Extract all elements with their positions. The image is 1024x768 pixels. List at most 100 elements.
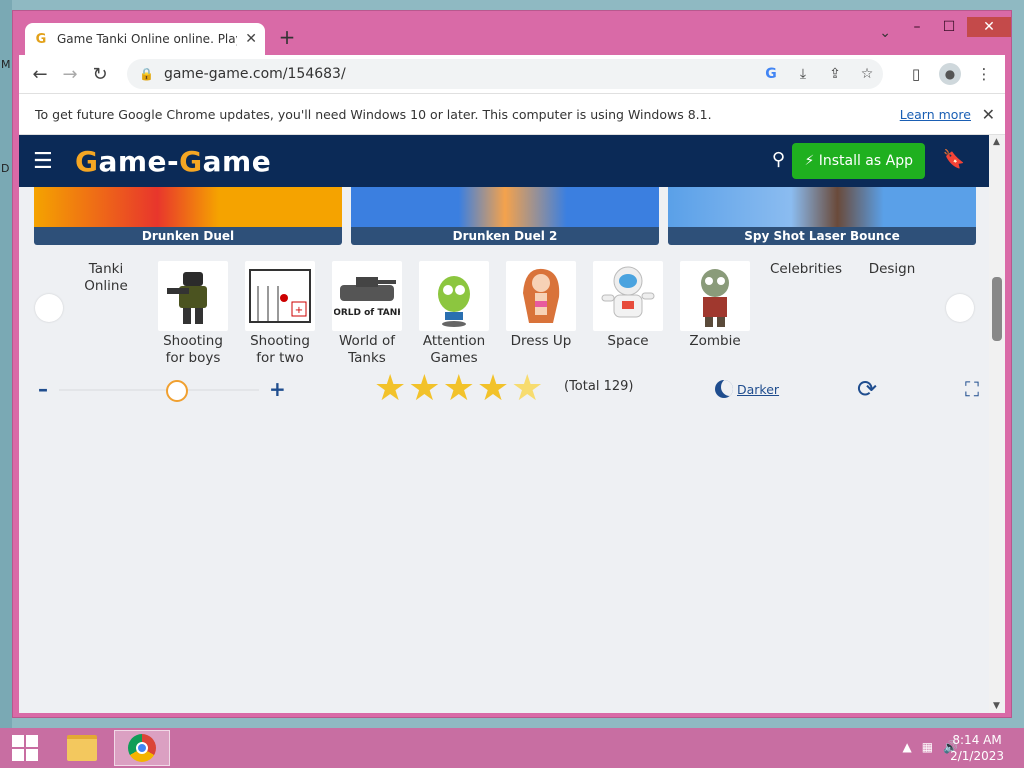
star-icon[interactable]: ★ [477,371,509,407]
astronaut-thumb-icon [593,261,663,331]
stickman-thumb-icon: + [245,261,315,331]
start-button[interactable] [8,731,42,765]
category-item[interactable]: Celebrities [769,261,843,278]
category-item[interactable]: WORLD of TANKS World of Tanks [330,261,404,367]
category-item[interactable]: + Shooting for two [243,261,317,367]
zoom-slider-track[interactable] [59,389,259,391]
fullscreen-icon[interactable]: ⛶ [965,377,979,401]
girl-thumb-icon [506,261,576,331]
carousel-next-button[interactable] [946,294,974,322]
browser-toolbar: ← → ↻ 🔒 game-game.com/154683/ G ⤓ ⇪ ☆ ▯ … [19,55,1005,93]
category-label: Celebrities [769,261,843,277]
bookmark-icon[interactable]: 🔖 [943,149,965,170]
close-window-button[interactable]: ✕ [967,17,1011,37]
category-item[interactable]: Attention Games [417,261,491,367]
darker-label: Darker [737,381,780,397]
back-button[interactable]: ← [25,59,55,89]
category-item[interactable]: Zombie [678,261,752,350]
star-icon[interactable]: ★ [374,371,406,407]
file-explorer-button[interactable] [54,730,110,766]
page-scrollbar[interactable]: ▲ ▼ [989,135,1005,713]
clock-time: 8:14 AM [952,733,1002,747]
maximize-button[interactable]: ☐ [933,17,965,37]
address-bar[interactable]: 🔒 game-game.com/154683/ G ⤓ ⇪ ☆ [127,59,883,89]
star-icon[interactable]: ☆ [851,66,883,82]
game-card[interactable]: Drunken Duel [34,187,342,245]
game-card[interactable]: Spy Shot Laser Bounce [668,187,976,245]
url-text[interactable]: game-game.com/154683/ [164,66,755,82]
google-favicon-icon: G [35,31,47,47]
scroll-down-icon[interactable]: ▼ [993,701,1000,711]
toolbar-right: ▯ ● ⋮ [901,59,999,89]
windows-taskbar: ▲ ▦ 🔊 8:14 AM 2/1/2023 [0,728,1024,768]
chrome-icon [128,734,156,762]
tab-search-button[interactable]: ⌄ [879,25,891,41]
category-label: Shooting for two [250,333,310,366]
folder-icon [67,735,97,761]
moon-icon [715,380,733,398]
game-card-art [668,187,976,227]
star-icon[interactable]: ★ [443,371,475,407]
category-item[interactable]: Dress Up [504,261,578,350]
robot-thumb-icon [419,261,489,331]
chrome-taskbar-button[interactable] [114,730,170,766]
game-card-title: Drunken Duel [34,227,342,245]
half-star-icon[interactable]: ★ [511,371,543,407]
sidebar-icon[interactable]: ▯ [901,59,931,89]
category-item[interactable]: Tanki Online [69,261,143,295]
category-label: Zombie [689,333,741,349]
svg-text:+: + [295,305,303,316]
tray-chevron-icon[interactable]: ▲ [902,740,911,754]
category-item[interactable]: Shooting for boys [156,261,230,367]
menu-icon[interactable]: ⋮ [969,59,999,89]
desktop-edge: M D [0,0,12,730]
install-as-app-button[interactable]: ⚡ Install as App [792,143,925,179]
reload-button[interactable]: ↻ [85,59,115,89]
infobar-message: To get future Google Chrome updates, you… [35,106,712,122]
learn-more-link[interactable]: Learn more [900,107,971,122]
infobar-close-icon[interactable]: ✕ [982,105,995,124]
site-header: ☰ Game-Game ⚲ ⚡ Install as App 🔖 [19,135,989,187]
category-label: World of Tanks [339,333,395,366]
page-viewport: ☰ Game-Game ⚲ ⚡ Install as App 🔖 Drunken… [19,135,1005,713]
game-card[interactable]: Drunken Duel 2 [351,187,659,245]
google-icon[interactable]: G [755,66,787,82]
scrollbar-thumb[interactable] [992,277,1002,341]
zoom-out-button[interactable]: – [38,377,48,401]
search-icon[interactable]: ⚲ [772,149,785,170]
category-label: Design [868,261,916,277]
browser-tab[interactable]: G Game Tanki Online online. Play for fre… [25,23,265,55]
tab-close-icon[interactable]: ✕ [245,31,257,47]
download-icon[interactable]: ⤓ [787,66,819,82]
carousel-prev-button[interactable] [35,294,63,322]
share-icon[interactable]: ⇪ [819,66,851,82]
tab-title: Game Tanki Online online. Play for free [57,32,237,46]
site-logo[interactable]: Game-Game [75,145,271,178]
taskbar-clock[interactable]: 8:14 AM 2/1/2023 [950,732,1004,764]
rating-stars: ★ ★ ★ ★ ★ [374,371,543,407]
scroll-up-icon[interactable]: ▲ [993,137,1000,147]
desktop-icon-label[interactable]: D [1,162,9,175]
network-icon[interactable]: ▦ [922,740,933,754]
rating-total: (Total 129) [564,379,634,394]
game-card-title: Spy Shot Laser Bounce [668,227,976,245]
category-item[interactable]: Space [591,261,665,350]
star-icon[interactable]: ★ [408,371,440,407]
hamburger-menu-icon[interactable]: ☰ [33,149,59,174]
browser-window: G Game Tanki Online online. Play for fre… [12,10,1012,718]
desktop-icon-label[interactable]: M [1,58,11,71]
zombie-thumb-icon [680,261,750,331]
zoom-slider-handle[interactable] [166,380,188,402]
svg-text:WORLD of TANKS: WORLD of TANKS [334,308,400,318]
zoom-in-button[interactable]: + [269,377,286,401]
forward-button[interactable]: → [55,59,85,89]
category-item[interactable]: Design [855,261,929,278]
lock-icon[interactable]: 🔒 [139,67,154,81]
category-label: Space [607,333,649,349]
darker-toggle[interactable]: Darker [715,380,779,398]
category-label: Shooting for boys [163,333,223,366]
refresh-icon[interactable]: ⟳ [857,375,877,403]
new-tab-button[interactable]: + [275,25,299,49]
minimize-button[interactable]: – [901,17,933,37]
profile-icon[interactable]: ● [935,59,965,89]
